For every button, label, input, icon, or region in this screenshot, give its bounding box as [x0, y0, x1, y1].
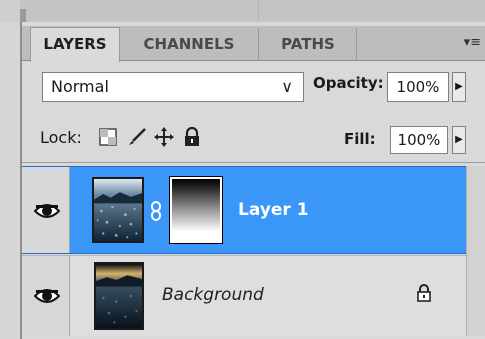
eye-icon[interactable]: [34, 200, 60, 222]
layer-name[interactable]: Background: [162, 285, 264, 305]
link-icon[interactable]: [150, 201, 162, 221]
blend-row: Normal ∨ Opacity: 100% ▶: [22, 64, 485, 104]
visibility-toggle[interactable]: [22, 167, 70, 253]
blend-mode-value: Normal: [51, 77, 109, 96]
lock-all-icon[interactable]: [181, 126, 203, 148]
tab-layers[interactable]: LAYERS: [30, 27, 120, 62]
layer-thumbnail: [94, 262, 144, 330]
fill-field[interactable]: 100%: [390, 126, 448, 154]
layer-row-background[interactable]: Background: [22, 256, 485, 336]
divider: [20, 9, 26, 22]
lock-label: Lock:: [40, 128, 82, 147]
layers-scrollbar[interactable]: [466, 166, 485, 336]
eye-icon[interactable]: [34, 285, 60, 307]
opacity-slider-button[interactable]: ▶: [452, 72, 466, 102]
visibility-toggle[interactable]: [22, 256, 70, 336]
divider: [210, 0, 259, 20]
lock-row: Lock: Fill: 100% ▶: [22, 120, 485, 156]
chevron-down-icon: ∨: [281, 77, 293, 96]
fill-label: Fill:: [344, 130, 376, 148]
panel-tab-bar: LAYERS CHANNELS PATHS ▾≡: [22, 26, 485, 62]
layer-name[interactable]: Layer 1: [238, 200, 309, 220]
lock-image-pixels-icon[interactable]: [126, 126, 148, 148]
blend-mode-select[interactable]: Normal ∨: [42, 72, 304, 102]
opacity-field[interactable]: 100%: [387, 72, 449, 102]
lock-position-icon[interactable]: [153, 126, 175, 148]
layer-lock-icon: [417, 284, 431, 302]
fill-slider-button[interactable]: ▶: [452, 126, 466, 154]
divider: [22, 162, 485, 163]
layer-mask-thumbnail[interactable]: [169, 176, 223, 244]
layer-row-layer-1[interactable]: Layer 1: [22, 166, 485, 254]
layers-panel: LAYERS CHANNELS PATHS ▾≡ Normal ∨ Opacit…: [20, 22, 485, 339]
top-strip: [0, 0, 485, 23]
opacity-label: Opacity:: [313, 74, 384, 92]
layer-thumbnail: [92, 177, 144, 243]
tab-paths[interactable]: PATHS: [260, 28, 357, 60]
panel-menu-icon[interactable]: ▾≡: [464, 35, 481, 50]
lock-transparent-pixels-icon[interactable]: [97, 126, 119, 148]
tab-channels[interactable]: CHANNELS: [120, 28, 259, 60]
